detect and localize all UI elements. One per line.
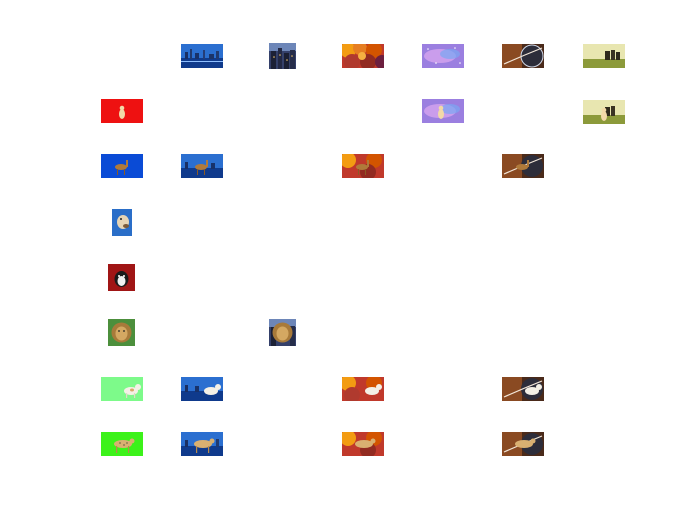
colorful-background-thumbnail [342, 44, 384, 68]
colorful-dog-composite-thumbnail [342, 377, 384, 401]
lion-thumbnail [108, 319, 135, 346]
space-dog-composite-thumbnail [502, 377, 544, 401]
city-background-thumbnail [181, 44, 223, 68]
city-lion-composite-thumbnail [269, 319, 296, 346]
space-deer-composite-thumbnail [502, 154, 544, 178]
galaxy-dog-composite-thumbnail [422, 99, 464, 123]
dog-portrait-thumbnail [112, 209, 132, 236]
blue-background-deer-thumbnail [101, 154, 143, 178]
figure-canvas: { "figure": { "grid": { "rows": [ { "lab… [0, 0, 700, 525]
green-background-cheetah-thumbnail [101, 432, 143, 456]
city-cheetah-composite-thumbnail [181, 432, 223, 456]
lightgreen-background-dog-thumbnail [101, 377, 143, 401]
colorful-deer-composite-thumbnail [342, 154, 384, 178]
field-background-thumbnail [583, 44, 625, 68]
red-background-dog-thumbnail [101, 99, 143, 123]
city-deer-composite-thumbnail [181, 154, 223, 178]
space-background-thumbnail [502, 44, 544, 68]
city-night-background-thumbnail [269, 43, 296, 69]
space-cheetah-composite-thumbnail [502, 432, 544, 456]
city-dog-composite-thumbnail [181, 377, 223, 401]
dog-red-background-thumbnail [108, 264, 135, 291]
colorful-cheetah-composite-thumbnail [342, 432, 384, 456]
field-dog-composite-thumbnail [583, 100, 625, 124]
galaxy-background-thumbnail [422, 44, 464, 68]
